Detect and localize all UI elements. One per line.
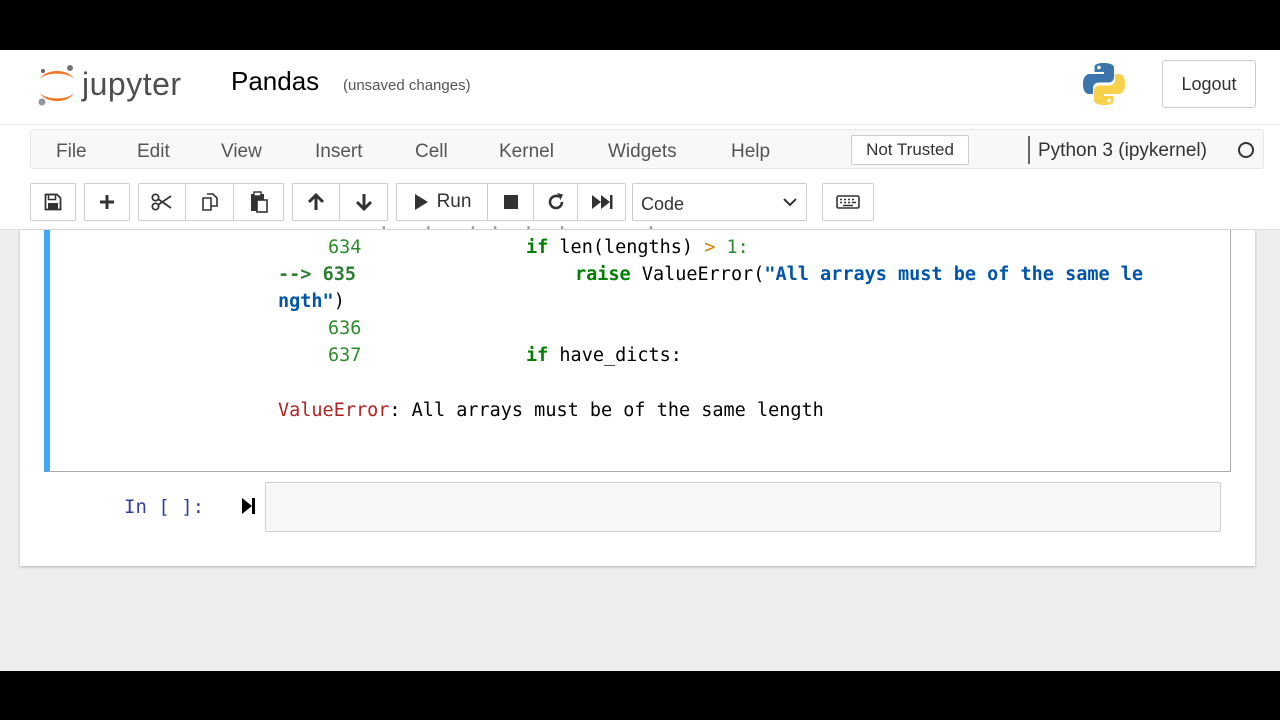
- kernel-name[interactable]: Python 3 (ipykernel): [1038, 140, 1207, 162]
- play-icon: [414, 194, 428, 210]
- stop-icon: [503, 195, 518, 209]
- paste-icon: [250, 191, 268, 213]
- keyboard-icon: [836, 195, 860, 209]
- empty-code-cell-input[interactable]: [265, 482, 1221, 532]
- error-type: ValueError: [278, 400, 390, 421]
- traceback-code-637: if have_dicts:: [526, 345, 682, 366]
- command-palette-button[interactable]: [822, 183, 874, 221]
- insert-cell-button[interactable]: [84, 183, 130, 221]
- output-cell-selected[interactable]: · · · · · · · 634 if len(lengths) > 1: -…: [44, 218, 1231, 472]
- jupyter-logo[interactable]: jupyter: [36, 62, 216, 108]
- save-status: (unsaved changes): [343, 77, 471, 94]
- traceback-code-635: raise ValueError("All arrays must be of …: [575, 264, 1144, 285]
- notebook-name[interactable]: Pandas: [231, 66, 319, 97]
- chevron-down-icon: [783, 198, 797, 207]
- letterbox-top: [0, 0, 1280, 50]
- jupyter-wordmark: jupyter: [82, 66, 182, 102]
- error-message: ValueError: All arrays must be of the sa…: [278, 400, 824, 421]
- cell-type-value: Code: [641, 194, 685, 214]
- menu-file[interactable]: File: [56, 141, 87, 163]
- menu-cell[interactable]: Cell: [415, 141, 448, 163]
- python-logo-icon: [1083, 63, 1125, 105]
- traceback-line-637: 637: [328, 345, 362, 366]
- traceback-line-636: 636: [328, 318, 362, 339]
- fast-forward-icon: [591, 195, 612, 209]
- menu-edit[interactable]: Edit: [137, 141, 170, 163]
- copy-icon: [201, 193, 218, 211]
- logout-button[interactable]: Logout: [1162, 60, 1256, 108]
- menu-kernel[interactable]: Kernel: [499, 141, 554, 163]
- menu-view[interactable]: View: [221, 141, 262, 163]
- save-button[interactable]: [30, 183, 76, 221]
- run-label: Run: [436, 191, 472, 212]
- arrow-down-icon: [355, 194, 372, 212]
- menu-insert[interactable]: Insert: [315, 141, 363, 163]
- jupyter-logo-icon: [38, 65, 74, 106]
- arrow-up-icon: [307, 192, 325, 210]
- trust-button[interactable]: Not Trusted: [851, 135, 969, 165]
- menu-widgets[interactable]: Widgets: [608, 141, 677, 163]
- scissors-icon: [151, 193, 172, 211]
- plus-icon: [100, 195, 114, 209]
- traceback-line-635: --> 635: [278, 264, 356, 285]
- letterbox-bottom: [0, 671, 1280, 720]
- traceback-code-634: if len(lengths) > 1:: [526, 237, 749, 258]
- save-icon: [44, 193, 62, 211]
- traceback-code-wrap: ngth"): [278, 291, 345, 312]
- notebook-container: · · · · · · · 634 if len(lengths) > 1: -…: [20, 218, 1255, 566]
- kernel-idle-icon: [1238, 142, 1254, 158]
- header: jupyter Pandas (unsaved changes) Logout: [0, 50, 1280, 124]
- menu-help[interactable]: Help: [731, 141, 770, 163]
- menubar-container: File Edit View Insert Cell Kernel Widget…: [30, 129, 1264, 169]
- traceback-line-634: 634: [328, 237, 362, 258]
- kernel-separator: [1028, 136, 1030, 164]
- run-cell-icon[interactable]: [240, 496, 258, 516]
- cut-button[interactable]: [138, 183, 186, 221]
- input-prompt: In [ ]:: [124, 496, 205, 518]
- paste-button[interactable]: [234, 183, 284, 221]
- restart-icon: [548, 193, 563, 210]
- menubar: File Edit View Insert Cell Kernel Widget…: [0, 124, 1280, 174]
- jupyter-window: jupyter Pandas (unsaved changes) Logout …: [0, 50, 1280, 671]
- copy-button[interactable]: [186, 183, 234, 221]
